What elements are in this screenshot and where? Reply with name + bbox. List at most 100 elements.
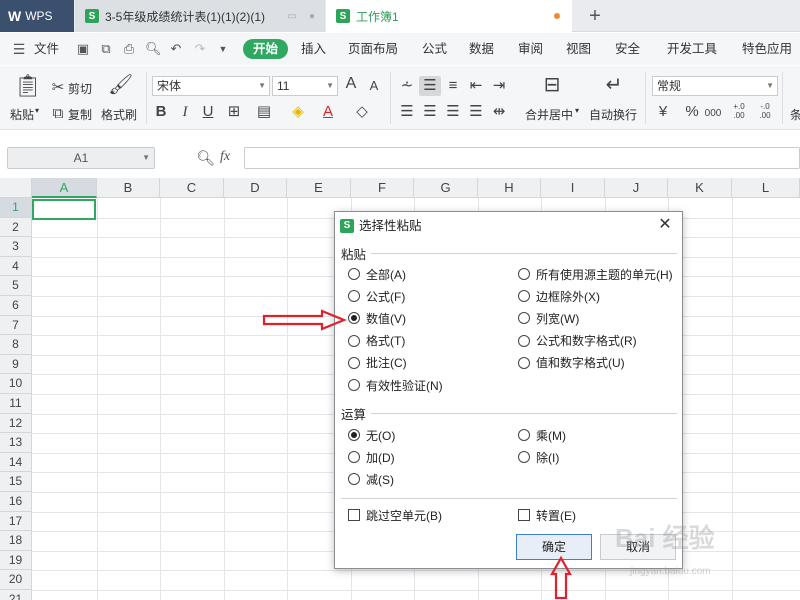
paste-option[interactable]: 值和数字格式(U) <box>518 354 625 372</box>
tab-security[interactable]: 安全 <box>615 40 640 58</box>
row-header[interactable]: 2 <box>0 217 32 238</box>
font-grow-icon[interactable]: A <box>343 76 359 92</box>
hamburger-menu-icon[interactable]: ☰ <box>12 42 26 56</box>
column-header[interactable]: H <box>478 178 541 198</box>
column-header[interactable]: E <box>287 178 351 198</box>
merge-center-icon[interactable]: ⊟ <box>540 74 564 96</box>
customize-toolbar-icon[interactable]: ▼ <box>216 42 230 56</box>
paste-option[interactable]: 列宽(W) <box>518 309 579 327</box>
copy-label[interactable]: 复制 <box>68 106 92 123</box>
column-header[interactable]: J <box>605 178 668 198</box>
thousands-icon[interactable]: 000 <box>702 106 724 122</box>
row-header[interactable]: 7 <box>0 315 32 336</box>
tab-document-2[interactable]: S 工作簿1 <box>326 0 572 32</box>
row-header[interactable]: 6 <box>0 296 32 316</box>
active-cell-a1[interactable] <box>32 199 96 220</box>
underline-icon[interactable]: U <box>201 104 215 120</box>
row-header[interactable]: 1 <box>0 198 32 218</box>
paste-icon[interactable]: 📋︎ <box>14 74 42 98</box>
distribute-icon[interactable]: ⇹ <box>491 104 507 120</box>
align-bottom-icon[interactable]: ≡ <box>445 78 461 94</box>
save-icon[interactable]: ▣ <box>76 42 90 56</box>
paste-option[interactable]: 全部(A) <box>348 265 406 283</box>
tab-developer[interactable]: 开发工具 <box>667 40 717 58</box>
copy-icon[interactable]: ⧉ <box>50 106 66 122</box>
new-tab-button[interactable]: + <box>583 2 607 30</box>
paste-label[interactable]: 粘贴 <box>10 106 34 123</box>
number-format-select[interactable]: 常规 ▼ <box>652 76 778 96</box>
fill-color-icon[interactable]: ◈ <box>290 104 306 120</box>
column-header[interactable]: K <box>668 178 732 198</box>
operation-option[interactable]: 减(S) <box>348 470 394 488</box>
align-top-icon[interactable]: ⩪ <box>399 78 415 94</box>
tab-page-layout[interactable]: 页面布局 <box>348 40 398 58</box>
function-icon[interactable]: fx <box>220 149 230 165</box>
italic-icon[interactable]: I <box>178 104 192 120</box>
paste-option[interactable]: 公式和数字格式(R) <box>518 332 637 350</box>
paste-option[interactable]: 公式(F) <box>348 287 405 305</box>
column-header[interactable]: D <box>224 178 287 198</box>
column-header[interactable]: F <box>351 178 414 198</box>
operation-option[interactable]: 除(I) <box>518 448 559 466</box>
row-header[interactable]: 5 <box>0 276 32 296</box>
font-name-select[interactable]: 宋体 ▼ <box>152 76 270 96</box>
column-header[interactable]: B <box>97 178 160 198</box>
conditional-format-label[interactable]: 条 <box>790 106 800 123</box>
column-header[interactable]: A <box>32 178 97 198</box>
bold-icon[interactable]: B <box>154 104 168 120</box>
row-header[interactable]: 3 <box>0 237 32 257</box>
close-icon[interactable]: ✕ <box>658 217 672 233</box>
paste-option[interactable]: 所有使用源主题的单元(H) <box>518 265 673 283</box>
wps-home-tab[interactable]: W WPS <box>0 0 74 32</box>
tab-data[interactable]: 数据 <box>469 40 494 58</box>
paste-option[interactable]: 边框除外(X) <box>518 287 600 305</box>
decrease-decimal-icon[interactable]: -.0 .00 <box>756 102 774 120</box>
font-color-icon[interactable]: A <box>320 104 336 120</box>
merge-center-label[interactable]: 合并居中 <box>525 106 573 123</box>
paste-option[interactable]: 有效性验证(N) <box>348 376 443 394</box>
row-header[interactable]: 14 <box>0 452 32 473</box>
align-left-icon[interactable]: ☰ <box>399 104 415 120</box>
cell-style-icon[interactable]: ▤ <box>256 104 272 120</box>
row-header[interactable]: 4 <box>0 256 32 277</box>
skip-blanks-checkbox[interactable]: 跳过空单元(B) <box>348 506 442 524</box>
row-header[interactable]: 11 <box>0 394 32 414</box>
tab-special[interactable]: 特色应用 <box>742 40 792 58</box>
redo-icon[interactable]: ↷ <box>193 42 207 56</box>
increase-decimal-icon[interactable]: +.0 .00 <box>730 102 748 120</box>
row-header[interactable]: 15 <box>0 472 32 492</box>
zoom-icon[interactable]: 🔍︎ <box>196 149 215 167</box>
row-header[interactable]: 10 <box>0 374 32 394</box>
tab-insert[interactable]: 插入 <box>301 40 326 58</box>
export-pdf-icon[interactable]: ⧉ <box>99 42 113 56</box>
align-middle-icon[interactable]: ☰ <box>422 78 438 94</box>
wrap-text-icon[interactable]: ↵ <box>602 74 626 96</box>
operation-option[interactable]: 乘(M) <box>518 426 566 444</box>
paste-option[interactable]: 数值(V) <box>348 309 406 327</box>
undo-icon[interactable]: ↶ <box>169 42 183 56</box>
print-preview-icon[interactable]: 🔍︎ <box>145 42 162 56</box>
paste-dropdown-icon[interactable]: ▾ <box>35 106 39 115</box>
row-header[interactable]: 8 <box>0 335 32 355</box>
tab-view[interactable]: 视图 <box>566 40 591 58</box>
tab-document-1[interactable]: S 3-5年级成绩统计表(1)(1)(2)(1) ▭ ● <box>75 0 325 32</box>
format-painter-label[interactable]: 格式刷 <box>101 106 137 123</box>
row-header[interactable]: 12 <box>0 413 32 434</box>
cut-label[interactable]: 剪切 <box>68 80 92 97</box>
font-shrink-icon[interactable]: A <box>366 78 382 94</box>
print-icon[interactable]: ⎙ <box>122 42 136 56</box>
indent-decrease-icon[interactable]: ⇤ <box>468 78 484 94</box>
row-header[interactable]: 17 <box>0 511 32 532</box>
format-painter-icon[interactable]: 🖌︎ <box>108 74 133 96</box>
cut-icon[interactable]: ✂ <box>50 80 66 96</box>
align-right-icon[interactable]: ☰ <box>445 104 461 120</box>
column-header[interactable]: L <box>732 178 800 198</box>
justify-icon[interactable]: ☰ <box>468 104 484 120</box>
row-header[interactable]: 20 <box>0 570 32 590</box>
row-header[interactable]: 19 <box>0 550 32 571</box>
transpose-checkbox[interactable]: 转置(E) <box>518 506 576 524</box>
row-header[interactable]: 18 <box>0 531 32 551</box>
column-header[interactable]: C <box>160 178 224 198</box>
paste-option[interactable]: 批注(C) <box>348 354 407 372</box>
wrap-text-label[interactable]: 自动换行 <box>589 106 637 123</box>
